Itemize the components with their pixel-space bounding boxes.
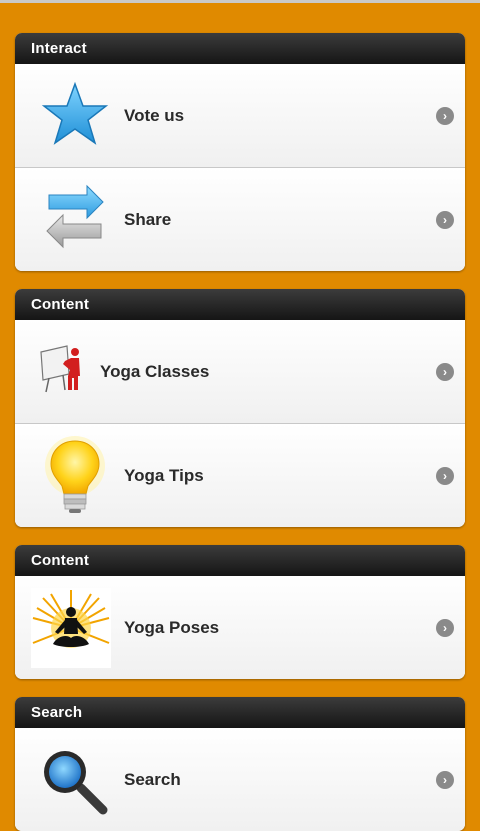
list-item-label: Search — [124, 770, 181, 789]
chevron-right-icon: › — [436, 211, 454, 229]
section-content: Content Yoga Classes › Yoga Tips › — [15, 289, 465, 527]
section-interact: Interact Vote us › Share › — [15, 33, 465, 271]
chevron-right-icon: › — [436, 363, 454, 381]
list-item-yoga-poses[interactable]: Yoga Poses › — [15, 576, 465, 679]
section-header: Content — [15, 545, 465, 576]
lightbulb-icon — [37, 436, 113, 513]
list-item-label: Share — [124, 210, 172, 229]
list-item-search[interactable]: Search › — [15, 728, 465, 831]
section-content-2: Content Yoga Poses › — [15, 545, 465, 679]
list-item-yoga-tips[interactable]: Yoga Tips › — [15, 423, 465, 527]
star-icon — [37, 78, 113, 154]
list-item-label: Yoga Poses — [124, 618, 220, 637]
list-item-share[interactable]: Share › — [15, 167, 465, 271]
chevron-right-icon: › — [436, 619, 454, 637]
chevron-right-icon: › — [436, 467, 454, 485]
presentation-board-icon — [37, 340, 97, 400]
magnifier-icon — [37, 744, 113, 820]
section-header: Search — [15, 697, 465, 728]
list-item-label: Vote us — [124, 106, 185, 125]
share-arrows-icon — [37, 182, 113, 258]
list-item-vote-us[interactable]: Vote us › — [15, 64, 465, 167]
section-header: Interact — [15, 33, 465, 64]
chevron-right-icon: › — [436, 107, 454, 125]
list-item-yoga-classes[interactable]: Yoga Classes › — [15, 320, 465, 423]
section-header: Content — [15, 289, 465, 320]
list-item-label: Yoga Classes — [100, 362, 210, 381]
list-item-label: Yoga Tips — [124, 466, 204, 485]
chevron-right-icon: › — [436, 771, 454, 789]
section-search: Search Search › — [15, 697, 465, 831]
top-status-line — [0, 0, 480, 3]
meditation-figure-icon — [31, 588, 111, 668]
